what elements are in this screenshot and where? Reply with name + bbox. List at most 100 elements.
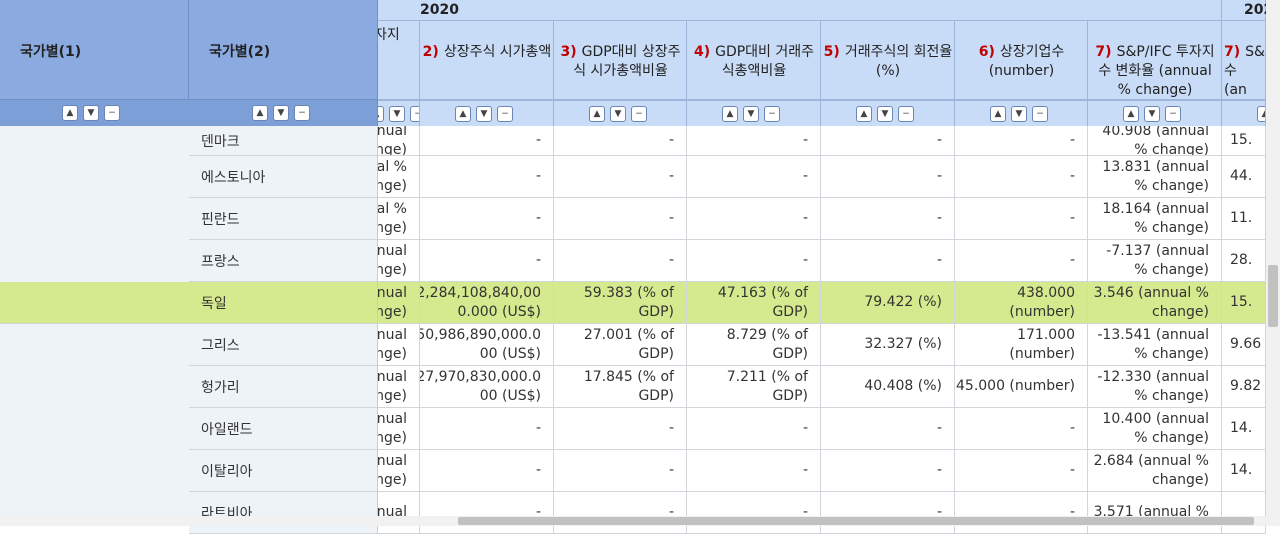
footnote-number: 3) — [560, 44, 577, 60]
table-cell: 3.571 (annual % — [1088, 492, 1222, 534]
sort-asc-icon[interactable]: ▲ — [62, 105, 78, 121]
table-cell: 9.82 — [1222, 366, 1266, 408]
sort-desc-icon[interactable]: ▼ — [1144, 106, 1160, 122]
table-cell: - — [554, 408, 687, 450]
sort-desc-icon[interactable]: ▼ — [476, 106, 492, 122]
country-name-cell[interactable]: 아일랜드 — [189, 408, 378, 450]
table-cell: - — [955, 492, 1088, 534]
sort-asc-icon[interactable]: ▲ — [856, 106, 872, 122]
table-cell: - — [821, 156, 955, 198]
table-cell: - — [554, 492, 687, 534]
table-cell: 45.000 (number) — [955, 366, 1088, 408]
table-cell: al % ange) — [378, 156, 420, 198]
vertical-scrollbar[interactable] — [1266, 0, 1280, 516]
table-cell: - — [420, 198, 554, 240]
country-name-cell[interactable]: 이탈리아 — [189, 450, 378, 492]
column-controls-2: ▲ ▼ − — [554, 100, 687, 126]
footnote-number: 5) — [823, 44, 840, 60]
table-cell: - — [955, 408, 1088, 450]
header-country-1-label: 국가별(1) — [20, 44, 82, 60]
table-cell: - — [821, 492, 955, 534]
remove-column-icon[interactable]: − — [1032, 106, 1048, 122]
table-cell: 15. — [1222, 282, 1266, 324]
table-cell: 15. — [1222, 126, 1266, 156]
country-name-cell[interactable]: 그리스 — [189, 324, 378, 366]
table-cell: 13.831 (annual % change) — [1088, 156, 1222, 198]
country-name-cell[interactable]: 덴마크 — [189, 126, 378, 156]
table-cell: nual ange) — [378, 408, 420, 450]
country-name-cell[interactable]: 헝가리 — [189, 366, 378, 408]
column-header-0: 자지 — [378, 21, 420, 100]
table-cell: 40.908 (annual % change) — [1088, 126, 1222, 156]
sort-asc-icon[interactable]: ▲ — [455, 106, 471, 122]
country-name-cell[interactable]: 라트비아 — [189, 492, 378, 534]
table-cell: - — [955, 240, 1088, 282]
table-cell: 32.327 (%) — [821, 324, 955, 366]
table-cell: nual ange) — [378, 366, 420, 408]
sort-desc-icon[interactable]: ▼ — [389, 106, 405, 122]
sort-asc-icon[interactable]: ▲ — [252, 105, 268, 121]
column-controls-3: ▲ ▼ − — [687, 100, 821, 126]
table-cell: 10.400 (annual % change) — [1088, 408, 1222, 450]
table-cell: - — [955, 450, 1088, 492]
table-cell: 2.684 (annual % change) — [1088, 450, 1222, 492]
vertical-scroll-thumb[interactable] — [1268, 265, 1278, 327]
table-cell: - — [821, 408, 955, 450]
table-cell: nual ange) — [378, 324, 420, 366]
sort-asc-icon[interactable]: ▲ — [589, 106, 605, 122]
table-cell: nual — [378, 492, 420, 534]
column-header-label: S&P/IFC 투자지수 변화율 (annual % change) — [1098, 44, 1215, 98]
remove-column-icon[interactable]: − — [1165, 106, 1181, 122]
column-header-2: 3) GDP대비 상장주식 시가총액비율 — [554, 21, 687, 100]
table-cell: 11. — [1222, 198, 1266, 240]
table-cell: 44. — [1222, 156, 1266, 198]
sort-asc-icon[interactable]: ▲ — [722, 106, 738, 122]
table-cell: -12.330 (annual % change) — [1088, 366, 1222, 408]
country-name-cell[interactable]: 핀란드 — [189, 198, 378, 240]
table-cell: - — [821, 240, 955, 282]
table-cell: - — [420, 126, 554, 156]
sort-desc-icon[interactable]: ▼ — [273, 105, 289, 121]
table-cell: 7.211 (% of GDP) — [687, 366, 821, 408]
sort-desc-icon[interactable]: ▼ — [1011, 106, 1027, 122]
table-cell: - — [821, 126, 955, 156]
horizontal-scroll-thumb[interactable] — [458, 517, 1254, 525]
table-cell: - — [554, 240, 687, 282]
country-name-cell[interactable]: 프랑스 — [189, 240, 378, 282]
remove-column-icon[interactable]: − — [497, 106, 513, 122]
table-cell: - — [554, 156, 687, 198]
table-cell: - — [554, 126, 687, 156]
table-cell: - — [955, 198, 1088, 240]
table-cell: - — [420, 240, 554, 282]
remove-column-icon[interactable]: − — [631, 106, 647, 122]
country-name-cell[interactable]: 에스토니아 — [189, 156, 378, 198]
footnote-number: 4) — [693, 44, 711, 60]
column-header-label: 거래주식의 회전율(%) — [844, 44, 953, 79]
sort-asc-icon[interactable]: ▲ — [378, 106, 384, 122]
horizontal-scrollbar[interactable] — [0, 516, 1280, 526]
table-cell: - — [420, 408, 554, 450]
sort-desc-icon[interactable]: ▼ — [83, 105, 99, 121]
remove-column-icon[interactable]: − — [898, 106, 914, 122]
column-header-label: 상장기업수 (number) — [988, 44, 1065, 79]
sort-desc-icon[interactable]: ▼ — [743, 106, 759, 122]
column-controls-4: ▲ ▼ − — [821, 100, 955, 126]
sort-desc-icon[interactable]: ▼ — [610, 106, 626, 122]
sort-asc-icon[interactable]: ▲ — [1257, 106, 1265, 122]
remove-column-icon[interactable]: − — [294, 105, 310, 121]
country-name-cell[interactable]: 독일 — [189, 282, 378, 324]
year-label-2020: 2020 — [420, 2, 459, 18]
column-controls-5: ▲ ▼ − — [955, 100, 1088, 126]
sort-asc-icon[interactable]: ▲ — [990, 106, 1006, 122]
year-group-next: 202 — [1222, 0, 1273, 21]
remove-column-icon[interactable]: − — [764, 106, 780, 122]
column-header-3: 4) GDP대비 거래주식총액비율 — [687, 21, 821, 100]
footnote-number: 7) — [1095, 44, 1112, 60]
header-country-1: 국가별(1) — [0, 0, 189, 100]
table-cell: 27.001 (% of GDP) — [554, 324, 687, 366]
table-cell: - — [554, 450, 687, 492]
remove-column-icon[interactable]: − — [104, 105, 120, 121]
remove-column-icon[interactable]: − — [410, 106, 419, 122]
sort-asc-icon[interactable]: ▲ — [1123, 106, 1139, 122]
sort-desc-icon[interactable]: ▼ — [877, 106, 893, 122]
